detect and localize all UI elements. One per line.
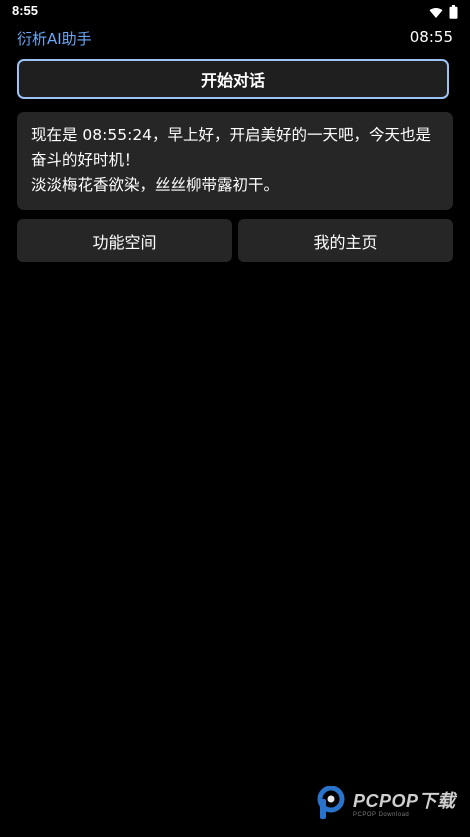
wifi-icon	[429, 4, 443, 23]
status-icons	[429, 4, 458, 23]
greeting-card: 现在是 08:55:24，早上好，开启美好的一天吧，今天也是奋斗的好时机！ 淡淡…	[17, 112, 453, 210]
status-time: 8:55	[12, 3, 39, 18]
nav-row: 功能空间 我的主页	[17, 219, 453, 262]
watermark-sub: PCPOP Download	[353, 812, 410, 818]
pcpop-logo-icon	[317, 785, 349, 824]
status-bar: 8:55	[0, 0, 470, 22]
watermark-brand: PCPOP下载	[353, 791, 456, 811]
watermark: PCPOP下载 PCPOP Download	[317, 785, 456, 824]
poem-text: 淡淡梅花香欲染，丝丝柳带露初干。	[31, 176, 280, 194]
my-home-button[interactable]: 我的主页	[238, 219, 453, 262]
app-title: 衍析AI助手	[17, 30, 92, 48]
header-clock: 08:55	[409, 28, 453, 46]
app-header: 衍析AI助手 08:55	[0, 26, 470, 52]
greeting-text: 现在是 08:55:24，早上好，开启美好的一天吧，今天也是奋斗的好时机！	[31, 126, 432, 169]
watermark-text: PCPOP下载 PCPOP Download	[353, 792, 456, 818]
feature-space-button[interactable]: 功能空间	[17, 219, 232, 262]
my-home-label: 我的主页	[313, 232, 378, 252]
battery-icon	[449, 4, 458, 23]
feature-space-label: 功能空间	[92, 232, 157, 252]
start-chat-label: 开始对话	[200, 71, 265, 90]
start-chat-button[interactable]: 开始对话	[17, 59, 449, 99]
